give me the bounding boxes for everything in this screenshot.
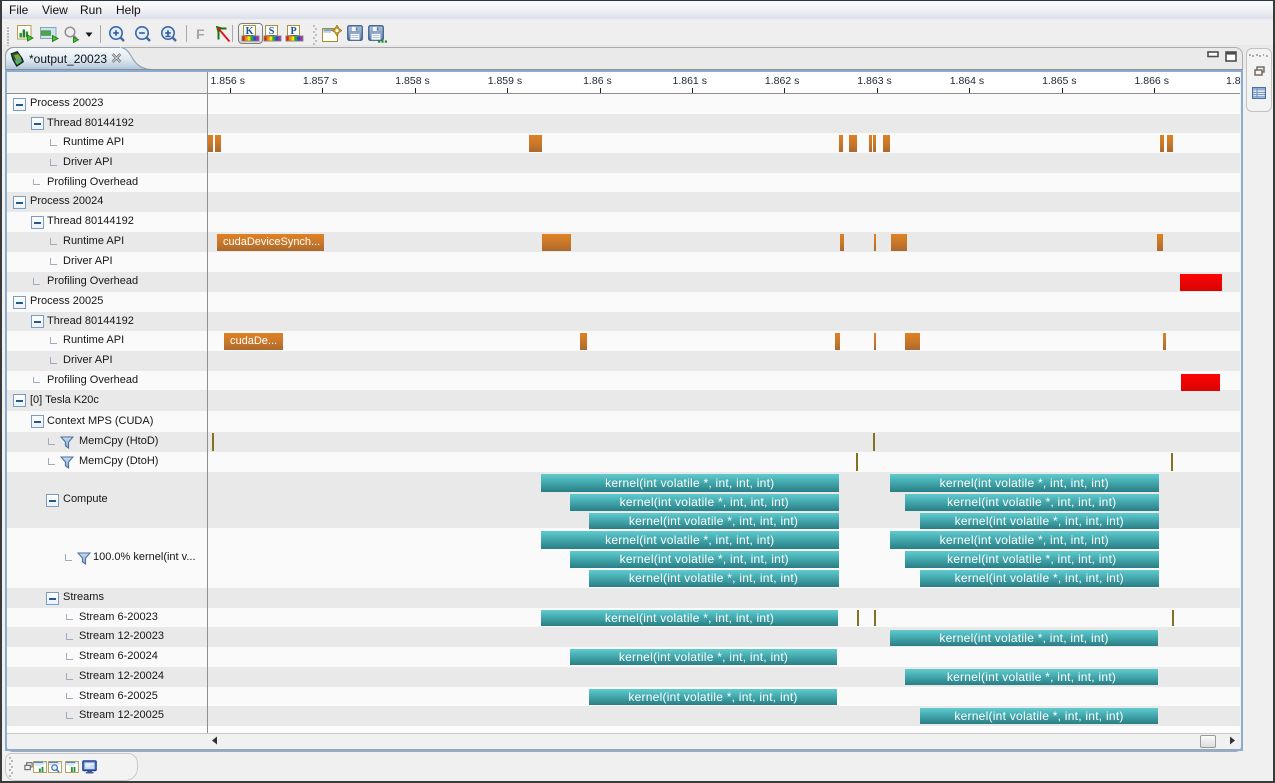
svg-text:P: P xyxy=(290,26,296,37)
svg-text:S: S xyxy=(269,26,275,37)
svg-text:K: K xyxy=(246,26,254,37)
